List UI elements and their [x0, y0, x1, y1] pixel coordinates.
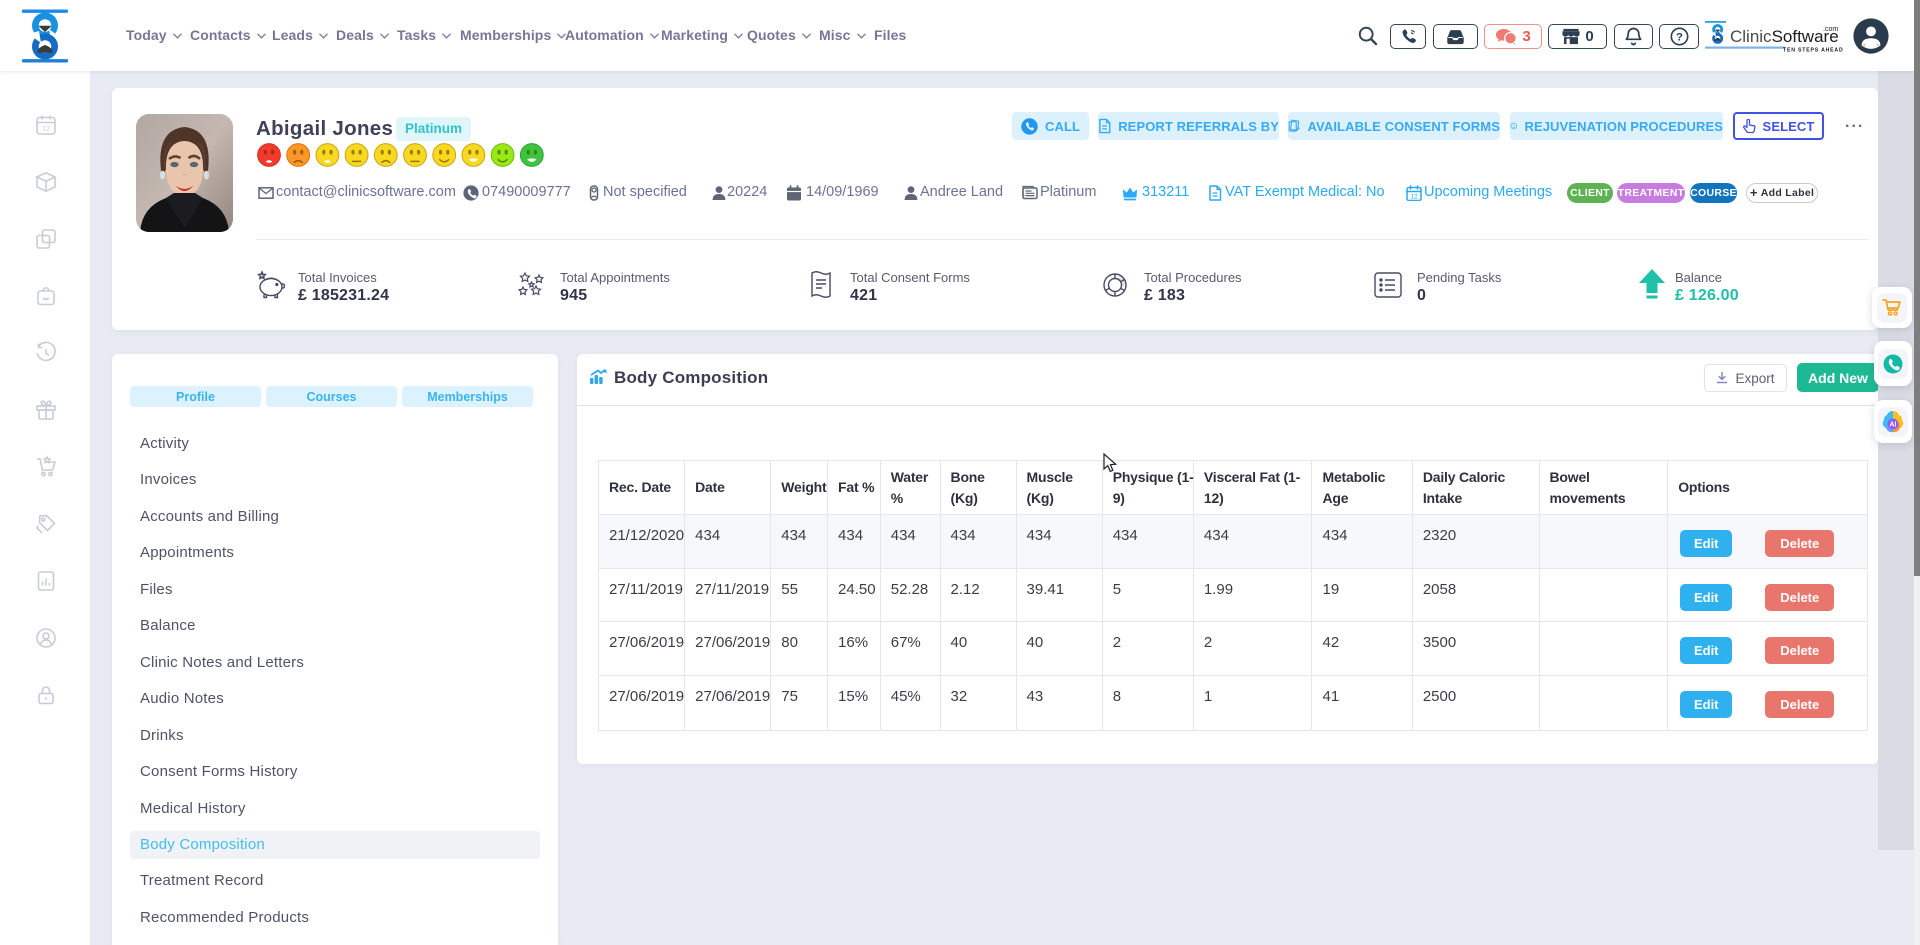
svg-text:AI: AI — [1890, 421, 1897, 428]
svg-text:12: 12 — [42, 124, 50, 133]
svg-text:TEN STEPS AHEAD: TEN STEPS AHEAD — [1783, 48, 1844, 53]
svg-text:.com: .com — [1823, 26, 1838, 33]
svg-text:12: 12 — [1410, 193, 1418, 200]
svg-text:?: ? — [1676, 32, 1683, 44]
svg-text:$: $ — [261, 273, 264, 279]
